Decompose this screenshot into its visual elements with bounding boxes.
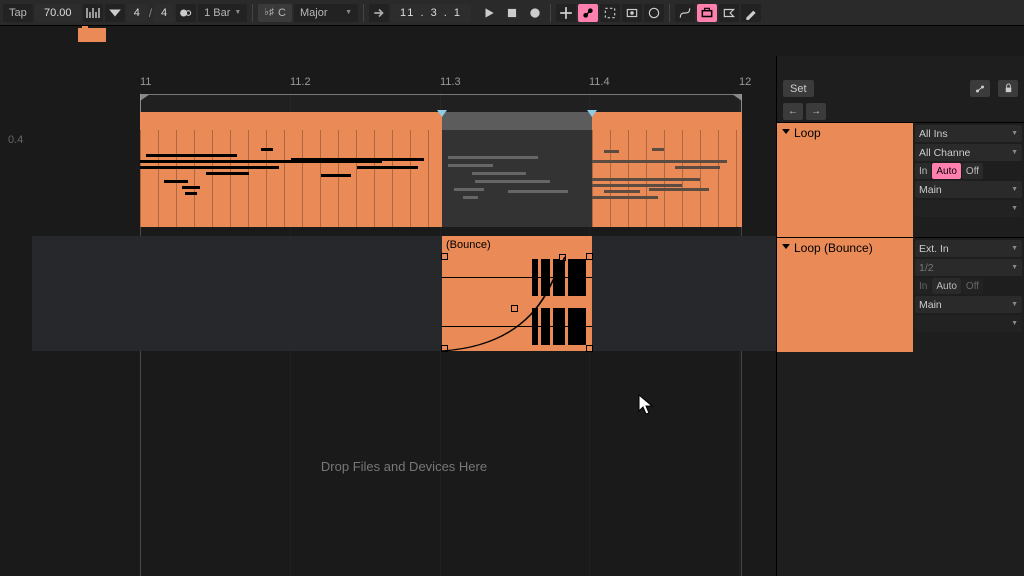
follow-button[interactable] bbox=[369, 4, 389, 22]
monitor-off-button[interactable]: Off bbox=[962, 163, 983, 179]
track-name: Loop (Bounce) bbox=[794, 241, 873, 349]
panel-track-row: Loop All Ins▼ All Channe▼ In Auto Off Ma… bbox=[777, 122, 1024, 237]
ruler-left-marker: 0.4 bbox=[8, 134, 23, 146]
monitor-auto-button[interactable]: Auto bbox=[932, 278, 961, 294]
prev-marker-button[interactable]: ← bbox=[783, 103, 803, 120]
monitor-in-button[interactable]: In bbox=[915, 163, 931, 179]
lock-icon[interactable] bbox=[998, 80, 1018, 97]
ruler-tick: 11.3 bbox=[440, 76, 461, 88]
monitor-off-button[interactable]: Off bbox=[962, 278, 983, 294]
arrangement-overview[interactable] bbox=[0, 26, 1024, 56]
track-header[interactable]: Loop (Bounce) bbox=[777, 238, 913, 352]
draw-tool-icon[interactable] bbox=[741, 4, 761, 22]
selection-header[interactable] bbox=[442, 112, 592, 130]
arrangement-position[interactable]: 11 . 3 . 1 bbox=[391, 4, 471, 22]
tap-tempo-button[interactable]: Tap bbox=[3, 4, 33, 22]
time-sig-divider: / bbox=[149, 6, 152, 20]
selection-handle-right[interactable] bbox=[587, 110, 597, 117]
overview-locator[interactable] bbox=[78, 28, 106, 42]
input-type-dropdown[interactable]: Ext. In▼ bbox=[915, 240, 1022, 257]
punch-in-icon[interactable] bbox=[719, 4, 739, 22]
monitor-segment: In Auto Off bbox=[915, 278, 1022, 294]
track-name: Loop bbox=[794, 126, 821, 234]
input-channel-dropdown[interactable]: All Channe▼ bbox=[915, 144, 1022, 161]
time-signature: 4 / 4 bbox=[127, 4, 174, 22]
nudge-down-button[interactable] bbox=[105, 4, 125, 22]
drop-files-hint: Drop Files and Devices Here bbox=[32, 356, 776, 576]
selection-body[interactable] bbox=[442, 130, 592, 227]
ghost-notes bbox=[592, 130, 742, 227]
track-lane-2[interactable]: (Bounce) bbox=[32, 236, 776, 351]
output-sub-dropdown[interactable]: ▼ bbox=[915, 315, 1022, 332]
ruler-tick: 12 bbox=[739, 76, 751, 88]
stop-button[interactable] bbox=[502, 4, 522, 22]
ruler-tick: 11.2 bbox=[290, 76, 311, 88]
loop-switch[interactable] bbox=[697, 4, 717, 22]
timeline-area[interactable]: 11 11.2 11.3 11.4 12 bbox=[32, 56, 776, 576]
metronome-button[interactable] bbox=[83, 4, 103, 22]
fade-in-curve[interactable] bbox=[442, 253, 592, 351]
automation-mode-icon[interactable] bbox=[970, 80, 990, 97]
output-dropdown[interactable]: Main▼ bbox=[915, 296, 1022, 313]
draw-mode-icon[interactable] bbox=[675, 4, 695, 22]
left-gutter: 0.4 bbox=[0, 56, 32, 576]
reautomation-button[interactable] bbox=[600, 4, 620, 22]
monitor-in-button[interactable]: In bbox=[915, 278, 931, 294]
capture-button[interactable] bbox=[622, 4, 642, 22]
monitor-segment: In Auto Off bbox=[915, 163, 1022, 179]
track-fold-icon[interactable] bbox=[782, 244, 790, 249]
beat-ruler[interactable]: 11 11.2 11.3 11.4 12 bbox=[32, 76, 776, 94]
top-toolbar: Tap 70.00 4 / 4 1 Bar ♭♯ C Major 11 . 3 … bbox=[0, 0, 1024, 26]
metronome-toggle[interactable] bbox=[176, 4, 196, 22]
tempo-field[interactable]: 70.00 bbox=[35, 4, 81, 22]
play-button[interactable] bbox=[479, 4, 499, 22]
time-sig-denominator[interactable]: 4 bbox=[154, 4, 174, 22]
selection-handle-left[interactable] bbox=[437, 110, 447, 117]
quantize-dropdown[interactable]: 1 Bar bbox=[198, 4, 247, 22]
output-sub-dropdown[interactable]: ▼ bbox=[915, 200, 1022, 217]
overdub-button[interactable] bbox=[556, 4, 576, 22]
flat-icon: ♭♯ bbox=[264, 7, 274, 18]
ruler-tick: 11.4 bbox=[589, 76, 610, 88]
ruler-tick: 11 bbox=[140, 76, 151, 88]
key-root-dropdown[interactable]: ♭♯ C bbox=[258, 4, 292, 22]
key-scale-dropdown[interactable]: Major bbox=[294, 4, 358, 22]
input-channel-dropdown[interactable]: 1/2▼ bbox=[915, 259, 1022, 276]
panel-track-row: Loop (Bounce) Ext. In▼ 1/2▼ In Auto Off … bbox=[777, 237, 1024, 352]
midi-clip[interactable] bbox=[140, 112, 442, 227]
session-record-button[interactable] bbox=[644, 4, 664, 22]
monitor-auto-button[interactable]: Auto bbox=[932, 163, 961, 179]
output-dropdown[interactable]: Main▼ bbox=[915, 181, 1022, 198]
input-type-dropdown[interactable]: All Ins▼ bbox=[915, 125, 1022, 142]
track-fold-icon[interactable] bbox=[782, 129, 790, 134]
clip-title: (Bounce) bbox=[442, 236, 592, 253]
audio-clip-bounce[interactable]: (Bounce) bbox=[442, 236, 592, 351]
record-button[interactable] bbox=[525, 4, 545, 22]
set-marker-button[interactable]: Set bbox=[783, 80, 814, 97]
track-panel: Set ← → Loop All Ins▼ Al bbox=[776, 56, 1024, 576]
automation-arm-button[interactable] bbox=[578, 4, 598, 22]
next-marker-button[interactable]: → bbox=[806, 103, 826, 120]
track-header[interactable]: Loop bbox=[777, 123, 913, 237]
key-root-value: C bbox=[278, 7, 286, 19]
time-sig-numerator[interactable]: 4 bbox=[127, 4, 147, 22]
